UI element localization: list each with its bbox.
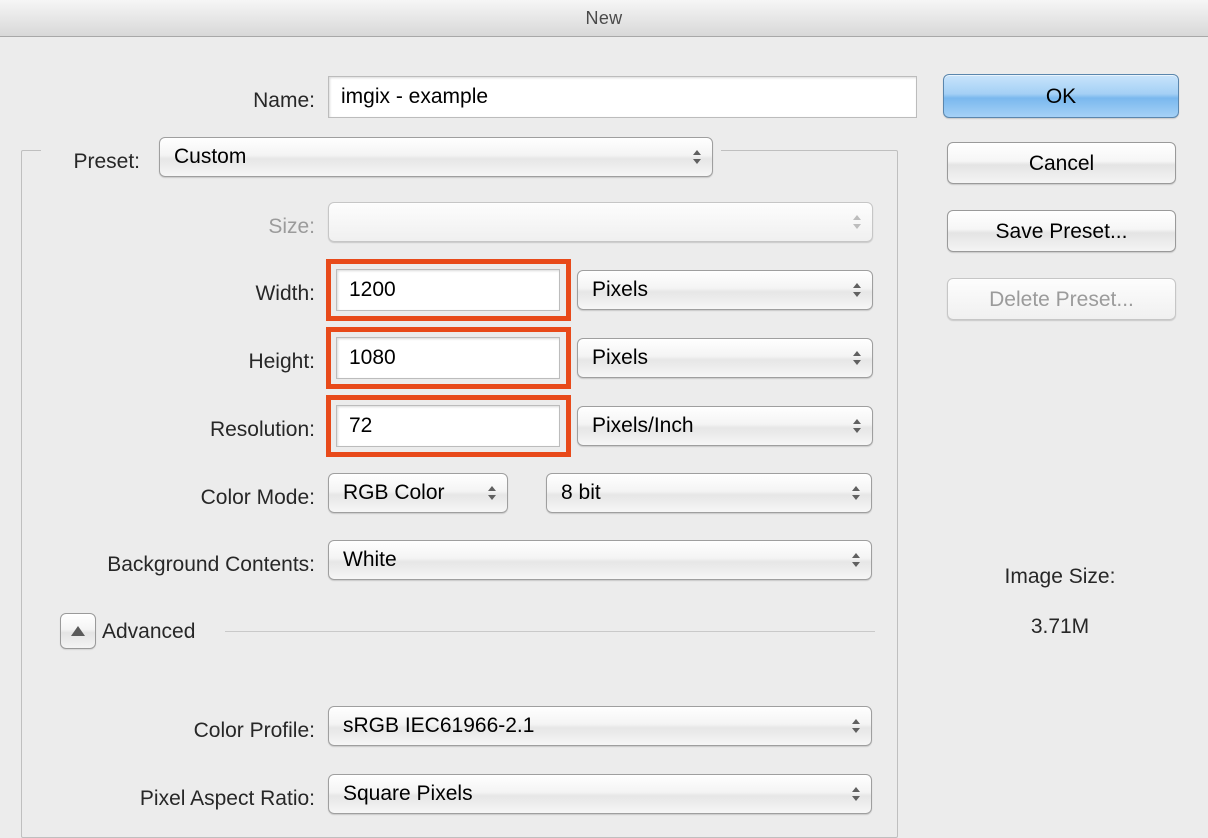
bg-contents-select[interactable]: White xyxy=(328,540,872,580)
save-preset-button[interactable]: Save Preset... xyxy=(947,210,1176,252)
updown-icon xyxy=(852,271,862,309)
bg-contents-label: Background Contents: xyxy=(30,553,315,577)
pixel-aspect-value: Square Pixels xyxy=(343,782,473,806)
width-input[interactable] xyxy=(336,269,560,311)
color-depth-select[interactable]: 8 bit xyxy=(546,473,872,513)
updown-icon xyxy=(692,138,702,176)
updown-icon xyxy=(852,203,862,241)
color-mode-select[interactable]: RGB Color xyxy=(328,473,508,513)
color-profile-label: Color Profile: xyxy=(95,719,315,743)
delete-preset-button: Delete Preset... xyxy=(947,278,1176,320)
height-input[interactable] xyxy=(336,337,560,379)
updown-icon xyxy=(851,474,861,512)
image-size-value: 3.71M xyxy=(945,615,1175,639)
height-unit-value: Pixels xyxy=(592,346,648,370)
updown-icon xyxy=(851,775,861,813)
window-title: New xyxy=(586,8,623,28)
advanced-label: Advanced xyxy=(102,620,222,644)
image-size-label: Image Size: xyxy=(945,565,1175,589)
ok-button[interactable]: OK xyxy=(943,74,1179,118)
triangle-up-icon xyxy=(71,624,85,639)
color-mode-label: Color Mode: xyxy=(145,486,315,510)
resolution-unit-value: Pixels/Inch xyxy=(592,414,694,438)
height-unit-select[interactable]: Pixels xyxy=(577,338,873,378)
preset-select[interactable]: Custom xyxy=(159,137,713,177)
width-unit-value: Pixels xyxy=(592,278,648,302)
size-label: Size: xyxy=(180,215,315,239)
resolution-unit-select[interactable]: Pixels/Inch xyxy=(577,406,873,446)
advanced-separator xyxy=(225,631,875,632)
pixel-aspect-label: Pixel Aspect Ratio: xyxy=(55,787,315,811)
color-profile-select[interactable]: sRGB IEC61966-2.1 xyxy=(328,706,872,746)
bg-contents-value: White xyxy=(343,548,397,572)
updown-icon xyxy=(851,541,861,579)
cancel-button-label: Cancel xyxy=(1029,153,1094,174)
ok-button-label: OK xyxy=(1046,86,1076,107)
resolution-label: Resolution: xyxy=(145,418,315,442)
updown-icon xyxy=(852,339,862,377)
save-preset-label: Save Preset... xyxy=(996,221,1128,242)
resolution-input[interactable] xyxy=(336,405,560,447)
updown-icon xyxy=(487,474,497,512)
pixel-aspect-select[interactable]: Square Pixels xyxy=(328,774,872,814)
width-label: Width: xyxy=(180,282,315,306)
updown-icon xyxy=(852,407,862,445)
updown-icon xyxy=(851,707,861,745)
color-mode-value: RGB Color xyxy=(343,481,445,505)
size-select xyxy=(328,202,873,242)
color-depth-value: 8 bit xyxy=(561,481,601,505)
cancel-button[interactable]: Cancel xyxy=(947,142,1176,184)
window-titlebar: New xyxy=(0,0,1208,37)
preset-label: Preset: xyxy=(40,150,140,174)
name-input[interactable] xyxy=(328,76,917,118)
color-profile-value: sRGB IEC61966-2.1 xyxy=(343,714,534,738)
name-label: Name: xyxy=(180,89,315,113)
preset-value: Custom xyxy=(174,145,246,169)
width-unit-select[interactable]: Pixels xyxy=(577,270,873,310)
delete-preset-label: Delete Preset... xyxy=(989,289,1134,310)
advanced-disclosure-button[interactable] xyxy=(60,613,96,649)
height-label: Height: xyxy=(180,350,315,374)
